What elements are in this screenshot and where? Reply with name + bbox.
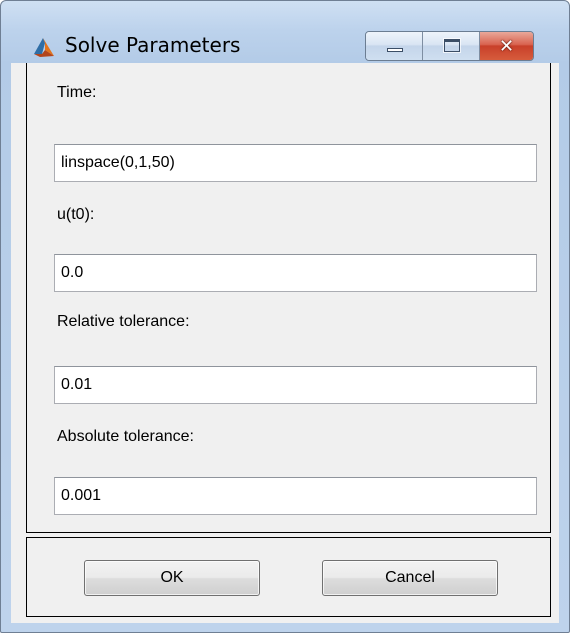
button-panel: OK Cancel [26, 537, 551, 617]
absolute-tolerance-input[interactable] [54, 477, 537, 515]
close-icon: ✕ [498, 35, 515, 57]
time-input[interactable] [54, 144, 537, 182]
window-controls: ✕ [365, 31, 534, 61]
ok-button[interactable]: OK [84, 560, 260, 596]
title-bar[interactable]: Solve Parameters ✕ [1, 1, 570, 63]
time-label: Time: [57, 84, 97, 101]
u-t0-label: u(t0): [57, 206, 95, 223]
u-t0-input[interactable] [54, 254, 537, 292]
cancel-button[interactable]: Cancel [322, 560, 498, 596]
window-title: Solve Parameters [65, 33, 241, 57]
relative-tolerance-input[interactable] [54, 366, 537, 404]
close-button[interactable]: ✕ [480, 32, 533, 60]
minimize-icon [387, 48, 403, 52]
maximize-button[interactable] [423, 32, 480, 60]
absolute-tolerance-label: Absolute tolerance: [57, 428, 194, 445]
dialog-window: Solve Parameters ✕ Time: u(t0): Relative… [0, 0, 570, 633]
parameters-panel: Time: u(t0): Relative tolerance: Absolut… [26, 63, 551, 533]
matlab-icon [34, 38, 54, 57]
maximize-icon [444, 39, 460, 52]
minimize-button[interactable] [366, 32, 423, 60]
dialog-content: Time: u(t0): Relative tolerance: Absolut… [11, 63, 559, 623]
relative-tolerance-label: Relative tolerance: [57, 313, 190, 330]
